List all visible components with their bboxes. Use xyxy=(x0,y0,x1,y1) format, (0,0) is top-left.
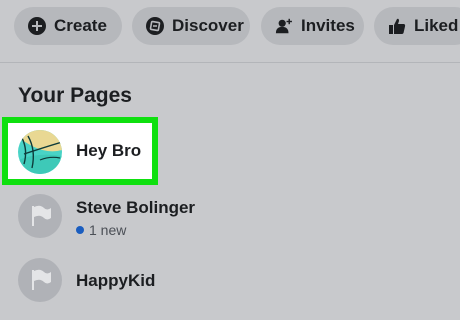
page-item-hey-bro[interactable]: Hey Bro xyxy=(0,122,460,182)
plus-circle-icon xyxy=(28,17,46,35)
your-pages-heading: Your Pages xyxy=(18,84,132,107)
flag-icon xyxy=(18,194,62,238)
page-name: HappyKid xyxy=(76,271,156,290)
page-item-happykid[interactable]: HappyKid xyxy=(0,252,460,312)
create-button[interactable]: Create xyxy=(14,7,122,45)
shortcut-bar: Create Discover Invites Liked xyxy=(0,0,460,52)
flag-icon xyxy=(18,258,62,302)
compass-icon xyxy=(146,17,164,35)
add-person-icon xyxy=(275,17,293,35)
invites-label: Invites xyxy=(301,16,355,35)
discover-button[interactable]: Discover xyxy=(132,7,250,45)
new-count-label: 1 new xyxy=(89,222,127,238)
section-divider xyxy=(0,62,460,63)
page-name: Steve Bolinger xyxy=(76,198,196,217)
page-avatar xyxy=(18,130,62,174)
liked-button[interactable]: Liked xyxy=(374,7,460,45)
liked-label: Liked xyxy=(414,16,459,35)
new-notification-badge: 1 new xyxy=(76,222,126,238)
invites-button[interactable]: Invites xyxy=(261,7,364,45)
thumbs-up-icon xyxy=(388,17,406,35)
discover-label: Discover xyxy=(172,16,244,35)
create-label: Create xyxy=(54,16,107,35)
page-name: Hey Bro xyxy=(76,141,142,160)
page-item-steve-bolinger[interactable]: Steve Bolinger 1 new xyxy=(0,190,460,250)
unread-dot-icon xyxy=(76,226,84,234)
